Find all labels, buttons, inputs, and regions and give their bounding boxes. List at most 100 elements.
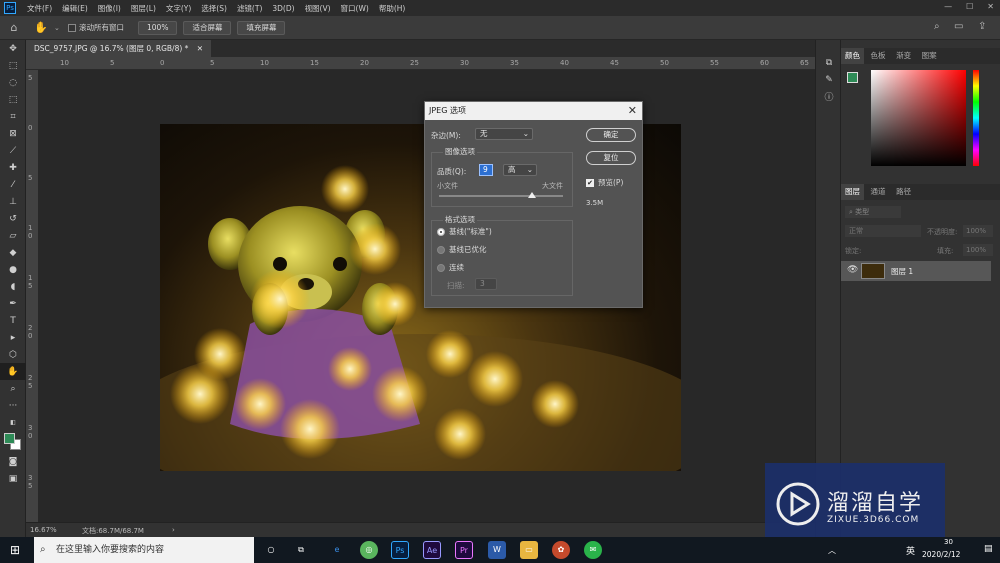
taskbar-clock-time[interactable]: 30 bbox=[944, 538, 953, 546]
tab-paths[interactable]: 路径 bbox=[892, 184, 915, 200]
blur-tool-icon[interactable]: ● bbox=[0, 261, 26, 278]
dialog-close-icon[interactable]: ✕ bbox=[628, 102, 637, 120]
after-effects-taskbar-icon[interactable]: Ae bbox=[423, 541, 441, 559]
healing-brush-tool-icon[interactable]: ✚ bbox=[0, 159, 26, 176]
preview-checkbox[interactable]: ✔ 预览(P) bbox=[586, 177, 623, 188]
blend-mode-select[interactable]: 正常 bbox=[845, 225, 921, 237]
menu-select[interactable]: 选择(S) bbox=[196, 3, 232, 14]
menu-edit[interactable]: 编辑(E) bbox=[57, 3, 93, 14]
layer-filter-select[interactable]: ⌕ 类型 bbox=[845, 206, 901, 218]
menu-view[interactable]: 视图(V) bbox=[300, 3, 336, 14]
maximize-icon[interactable]: ☐ bbox=[966, 2, 973, 11]
tray-chevron-icon[interactable]: ︿ bbox=[828, 545, 836, 556]
photoshop-taskbar-icon[interactable]: Ps bbox=[391, 541, 409, 559]
matte-select[interactable]: 无 ⌄ bbox=[475, 128, 533, 140]
file-explorer-icon[interactable]: ▭ bbox=[520, 541, 538, 559]
scroll-all-windows-checkbox[interactable]: 滚动所有窗口 bbox=[68, 22, 124, 33]
crop-tool-icon[interactable]: ⌗ bbox=[0, 108, 26, 125]
wechat-taskbar-icon[interactable]: ✉ bbox=[584, 541, 602, 559]
zoom-status[interactable]: 16.67% bbox=[30, 526, 57, 534]
status-menu-icon[interactable]: › bbox=[172, 526, 175, 534]
lasso-tool-icon[interactable]: ◌ bbox=[0, 74, 26, 91]
menu-filter[interactable]: 滤镜(T) bbox=[232, 3, 267, 14]
edge-browser-icon[interactable]: e bbox=[328, 541, 346, 559]
notification-icon[interactable]: ▤ bbox=[984, 544, 993, 554]
quality-input[interactable]: 9 bbox=[479, 164, 493, 176]
panel-foreground-swatch[interactable] bbox=[847, 72, 858, 83]
history-panel-icon[interactable]: ⧉ bbox=[816, 54, 842, 71]
ime-indicator[interactable]: 英 bbox=[906, 544, 915, 557]
document-tab[interactable]: DSC_9757.JPG @ 16.7% (图层 0, RGB/8) * ✕ bbox=[26, 40, 212, 57]
info-panel-icon[interactable]: ⓘ bbox=[816, 88, 842, 105]
hue-slider[interactable] bbox=[973, 70, 979, 166]
taskbar-clock-date[interactable]: 2020/2/12 bbox=[922, 550, 960, 559]
screen-mode-icon[interactable]: ▣ bbox=[0, 470, 26, 487]
app-taskbar-icon[interactable]: ✿ bbox=[552, 541, 570, 559]
premiere-taskbar-icon[interactable]: Pr bbox=[455, 541, 473, 559]
word-taskbar-icon[interactable]: W bbox=[488, 541, 506, 559]
chevron-down-icon[interactable]: ⌄ bbox=[54, 24, 68, 32]
eye-icon[interactable]: 👁 bbox=[847, 265, 858, 275]
tab-color[interactable]: 颜色 bbox=[841, 48, 864, 64]
menu-layer[interactable]: 图层(L) bbox=[126, 3, 161, 14]
more-tools-icon[interactable]: ··· bbox=[0, 397, 26, 414]
ok-button[interactable]: 确定 bbox=[586, 128, 636, 142]
zoom-100-button[interactable]: 100% bbox=[138, 20, 178, 35]
quality-slider-thumb[interactable] bbox=[528, 192, 536, 198]
zoom-tool-icon[interactable]: ⌕ bbox=[0, 380, 26, 397]
dialog-titlebar[interactable]: JPEG 选项 ✕ bbox=[425, 102, 642, 120]
menu-file[interactable]: 文件(F) bbox=[22, 3, 57, 14]
eyedropper-tool-icon[interactable]: ⟋ bbox=[0, 142, 26, 159]
browser-360-icon[interactable]: ◎ bbox=[360, 541, 378, 559]
taskbar-search-box[interactable]: ⌕ 在这里输入你要搜索的内容 bbox=[34, 537, 254, 563]
home-icon[interactable]: ⌂ bbox=[0, 21, 28, 34]
history-brush-tool-icon[interactable]: ↺ bbox=[0, 210, 26, 227]
layer-name[interactable]: 图层 1 bbox=[891, 266, 913, 277]
radio-unselected-icon[interactable] bbox=[437, 263, 445, 272]
tab-channels[interactable]: 通道 bbox=[867, 184, 890, 200]
color-swatches[interactable] bbox=[0, 431, 25, 453]
close-icon[interactable]: ✕ bbox=[987, 2, 994, 11]
task-view-icon[interactable]: ⧉ bbox=[292, 541, 310, 559]
menu-3d[interactable]: 3D(D) bbox=[267, 4, 299, 13]
menu-type[interactable]: 文字(Y) bbox=[161, 3, 196, 14]
format-option-baseline-standard[interactable]: 基线("标准") bbox=[437, 226, 492, 237]
layer-row[interactable]: 👁 图层 1 bbox=[841, 261, 991, 281]
pen-tool-icon[interactable]: ✒ bbox=[0, 295, 26, 312]
color-picker-field[interactable] bbox=[871, 70, 966, 166]
radio-selected-icon[interactable] bbox=[437, 227, 445, 236]
shape-tool-icon[interactable]: ⬡ bbox=[0, 346, 26, 363]
type-tool-icon[interactable]: T bbox=[0, 312, 26, 329]
eraser-tool-icon[interactable]: ▱ bbox=[0, 227, 26, 244]
hand-tool-icon[interactable]: ✋ bbox=[0, 363, 26, 380]
path-select-tool-icon[interactable]: ▸ bbox=[0, 329, 26, 346]
tab-patterns[interactable]: 图案 bbox=[918, 48, 941, 64]
cortana-icon[interactable]: ○ bbox=[262, 541, 280, 559]
paint-bucket-tool-icon[interactable]: ◆ bbox=[0, 244, 26, 261]
menu-window[interactable]: 窗口(W) bbox=[336, 3, 374, 14]
tab-gradients[interactable]: 渐变 bbox=[892, 48, 915, 64]
menu-help[interactable]: 帮助(H) bbox=[374, 3, 411, 14]
fit-screen-button[interactable]: 适合屏幕 bbox=[183, 20, 232, 35]
brush-settings-panel-icon[interactable]: ✎ bbox=[816, 71, 842, 88]
foreground-color-swatch[interactable] bbox=[4, 433, 15, 444]
close-tab-icon[interactable]: ✕ bbox=[197, 44, 203, 53]
tab-layers[interactable]: 图层 bbox=[841, 184, 864, 200]
quality-slider-track[interactable] bbox=[439, 195, 563, 197]
checkbox-box[interactable] bbox=[68, 23, 76, 32]
reset-button[interactable]: 复位 bbox=[586, 151, 636, 165]
default-colors-icon[interactable]: ◧ bbox=[0, 414, 26, 431]
dodge-tool-icon[interactable]: ◖ bbox=[0, 278, 26, 295]
quick-select-tool-icon[interactable]: ⬚ bbox=[0, 91, 26, 108]
move-tool-icon[interactable]: ✥ bbox=[0, 40, 26, 57]
frame-tool-icon[interactable]: ⊠ bbox=[0, 125, 26, 142]
hand-tool-icon[interactable]: ✋ bbox=[28, 21, 54, 34]
workspace-icon[interactable]: ▭ bbox=[954, 21, 963, 32]
format-option-progressive[interactable]: 连续 bbox=[437, 262, 464, 273]
fill-screen-button[interactable]: 填充屏幕 bbox=[237, 20, 286, 35]
radio-unselected-icon[interactable] bbox=[437, 245, 445, 254]
marquee-tool-icon[interactable]: ⬚ bbox=[0, 57, 26, 74]
opacity-input[interactable]: 100% bbox=[963, 225, 993, 237]
quality-preset-select[interactable]: 高 ⌄ bbox=[503, 164, 537, 176]
search-icon[interactable]: ⌕ bbox=[934, 21, 940, 32]
